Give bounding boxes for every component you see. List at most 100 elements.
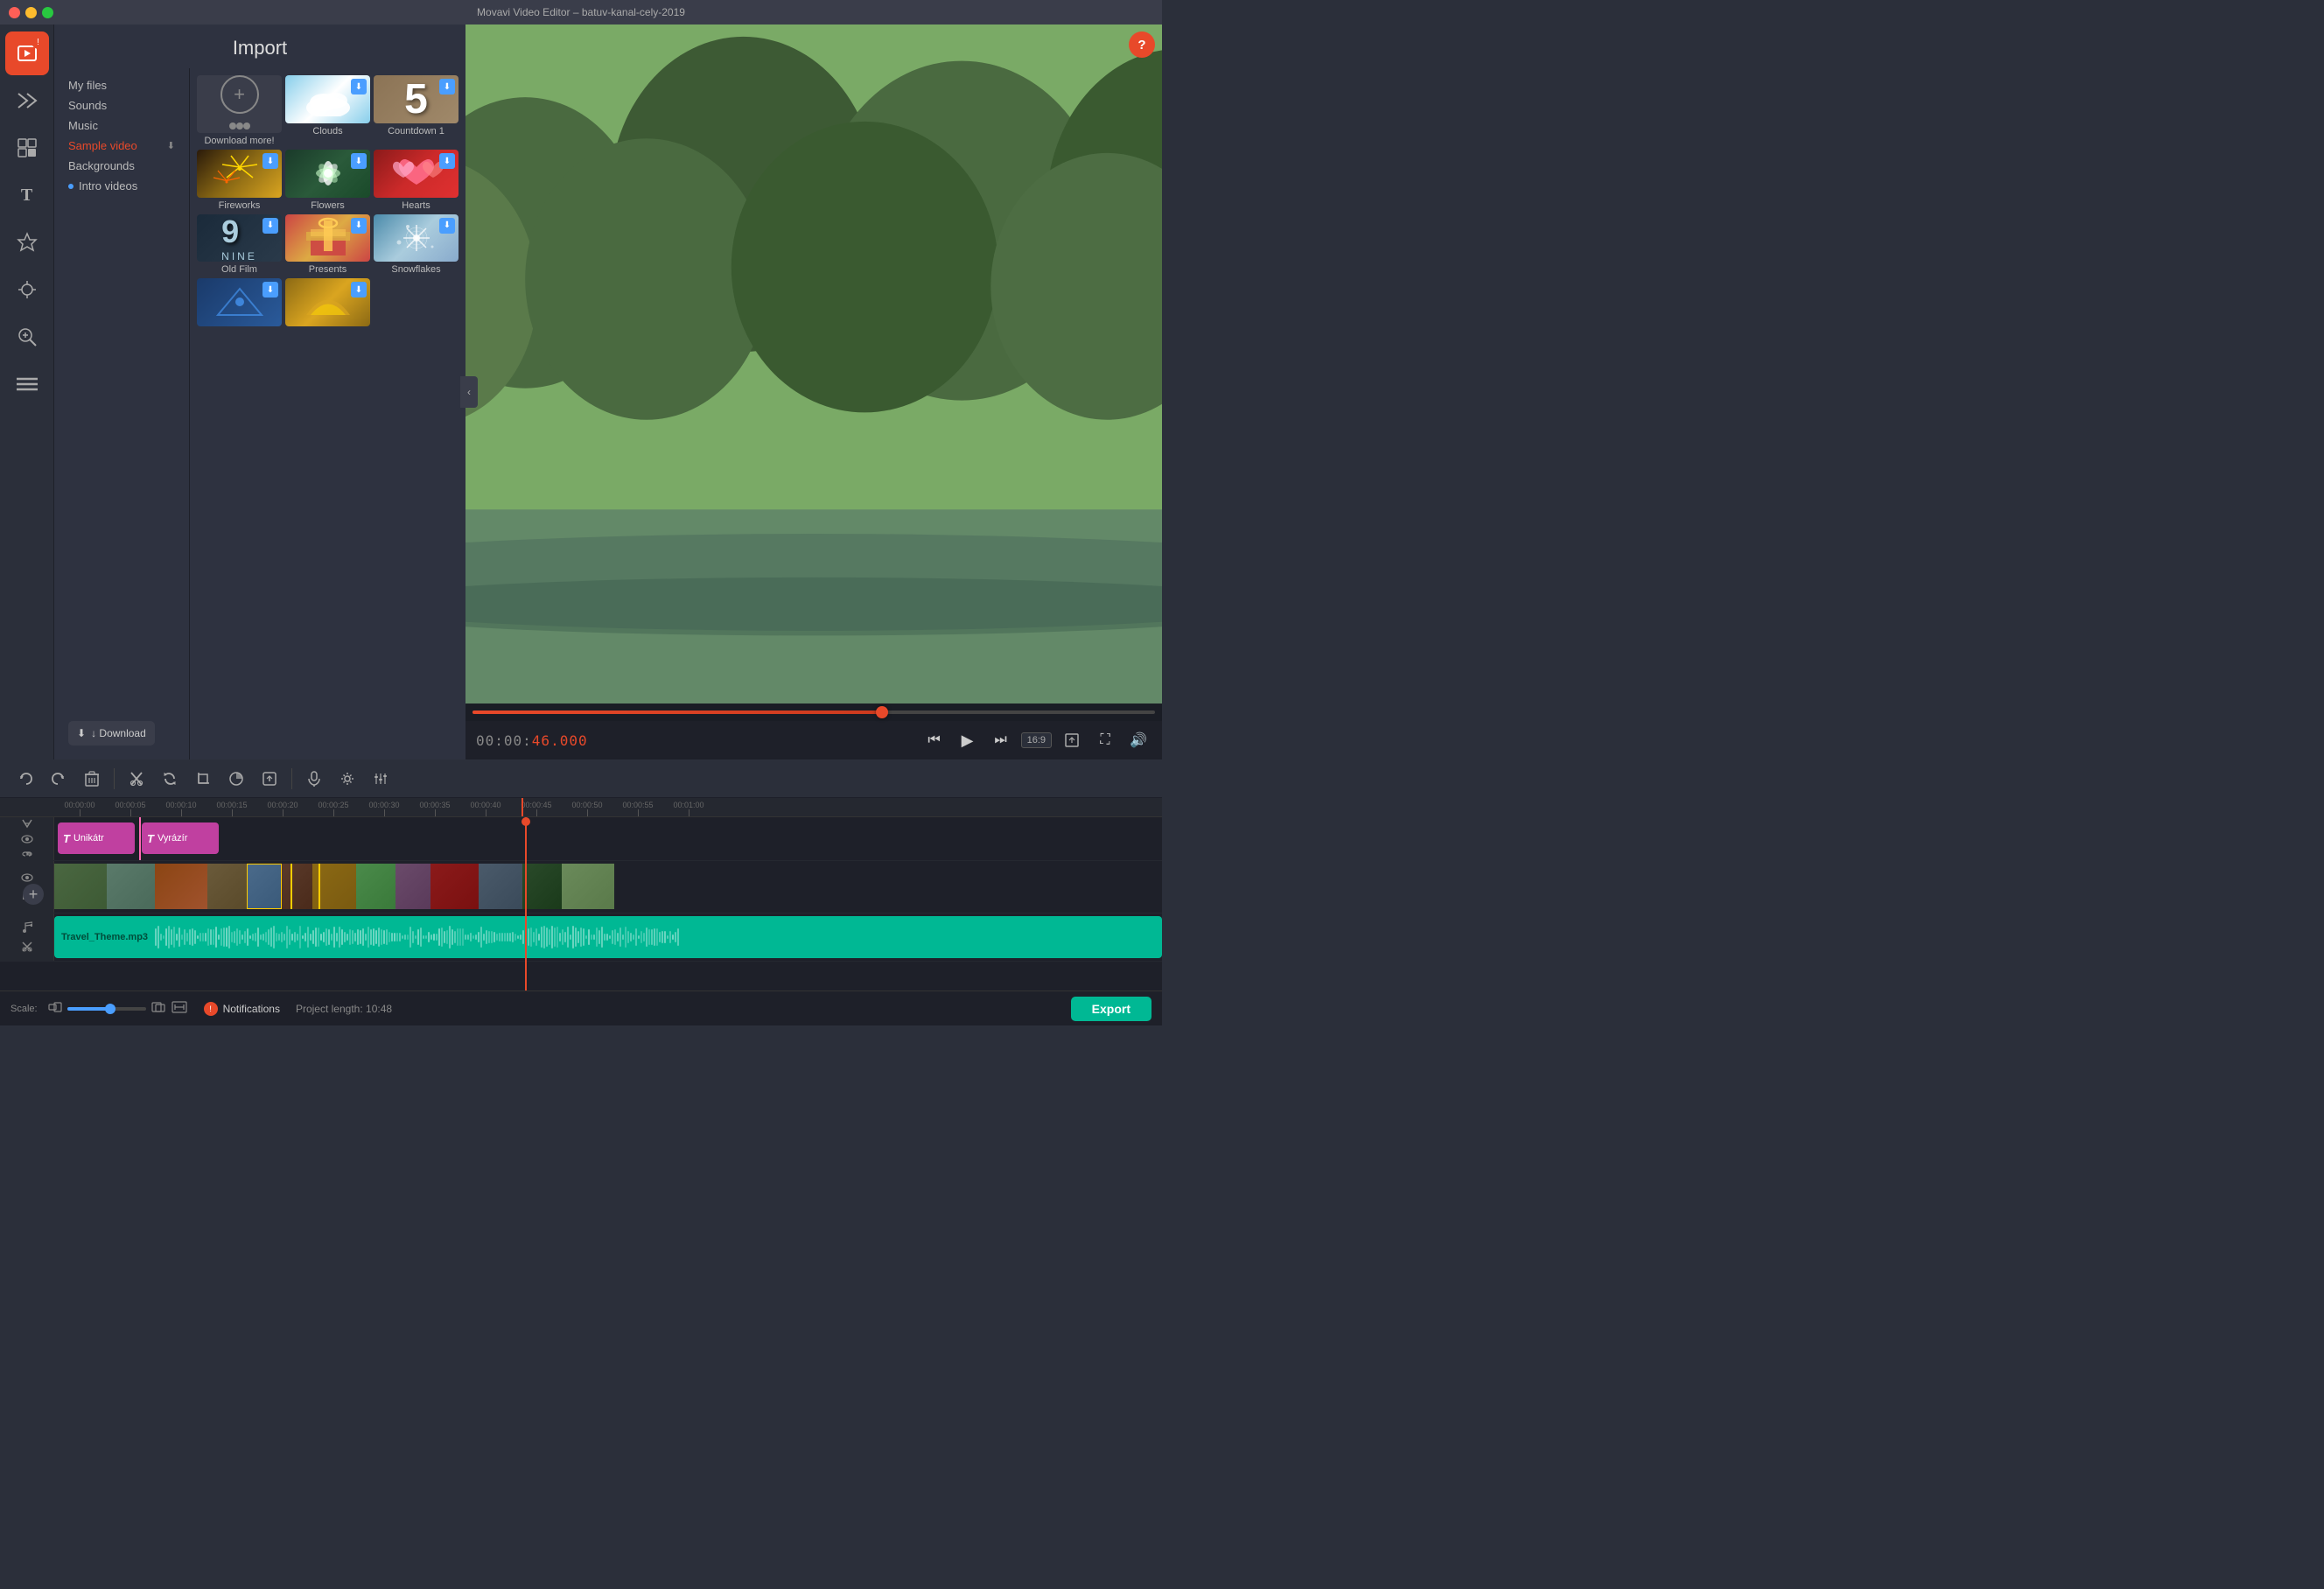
sidebar-item-menu[interactable] [5,362,49,406]
play-button[interactable]: ▶ [955,727,981,753]
minimize-button[interactable] [25,7,37,18]
collapse-button[interactable]: ‹ [460,376,478,408]
flowers-download-badge[interactable]: ⬇ [351,153,367,169]
media-item-download-more[interactable]: + Download more! [197,75,282,146]
video-track-eye-button[interactable] [19,870,35,886]
export-button[interactable] [255,764,284,794]
export-frame-button[interactable] [1059,727,1085,753]
download-more-thumb[interactable]: + [197,75,282,133]
blue-thumb[interactable]: ⬇ [197,278,282,326]
tree-item-sample-video[interactable]: Sample video ⬇ [54,136,189,156]
oldfilm-download-badge[interactable]: ⬇ [262,218,278,234]
clouds-thumb[interactable]: ⬇ [285,75,370,123]
window-controls[interactable] [9,7,53,18]
flowers-thumb[interactable]: ⬇ [285,150,370,198]
waveform-bars [155,924,1155,950]
snowflakes-download-badge[interactable]: ⬇ [439,218,455,234]
media-item-snowflakes[interactable]: ⬇ Snowflakes [374,214,458,276]
text-track-content[interactable]: T Unikátr T Vyrázír [54,817,1162,860]
add-track-button[interactable]: + [23,884,44,905]
scale-slider[interactable] [67,1007,146,1011]
cut-button[interactable] [122,764,151,794]
audio-track-note-button[interactable] [19,920,35,935]
countdown-thumb[interactable]: 5 ⬇ [374,75,458,123]
editing-toolbar [0,760,1162,798]
fit-timeline-button[interactable] [171,1000,188,1018]
text-track-controls [0,817,54,860]
scale-thumb[interactable] [105,1004,116,1014]
oldfilm-thumb[interactable]: 9 NINE ⬇ [197,214,282,262]
media-item-blue[interactable]: ⬇ [197,278,282,326]
undo-button[interactable] [10,764,40,794]
audio-track-content[interactable]: Travel_Theme.mp3 [54,914,1162,961]
audio-track-scissors-button[interactable] [19,939,35,955]
hearts-download-badge[interactable]: ⬇ [439,153,455,169]
media-item-flowers[interactable]: ⬇ Flowers [285,150,370,211]
import-title: Import [54,24,466,68]
audio-clip[interactable]: Travel_Theme.mp3 [54,916,1162,958]
fireworks-download-badge[interactable]: ⬇ [262,153,278,169]
scale-up-button[interactable] [150,1000,167,1018]
settings-button[interactable] [332,764,362,794]
media-item-gold[interactable]: ⬇ [285,278,370,326]
hearts-thumb[interactable]: ⬇ [374,150,458,198]
progress-track[interactable] [472,710,1155,714]
sidebar-item-text[interactable]: T [5,173,49,217]
media-grid: + Download more! [197,75,458,326]
audio-record-button[interactable] [299,764,329,794]
video-track-content[interactable] [54,861,1162,913]
crop-button[interactable] [188,764,218,794]
fireworks-thumb[interactable]: ⬇ [197,150,282,198]
gold-download-badge[interactable]: ⬇ [351,282,367,298]
tree-item-intro-videos[interactable]: Intro videos [54,176,189,196]
media-item-oldfilm[interactable]: 9 NINE ⬇ Old Film [197,214,282,276]
media-item-presents[interactable]: ⬇ Presents [285,214,370,276]
text-track-type-button[interactable] [19,817,35,830]
text-track-eye-button[interactable] [19,833,35,844]
clouds-download-badge[interactable]: ⬇ [351,79,367,94]
maximize-button[interactable] [42,7,53,18]
sidebar-item-stickers[interactable] [5,220,49,264]
video-seg-10 [430,864,479,909]
notifications-button[interactable]: ! Notifications [197,998,287,1019]
download-button[interactable]: ⬇ ↓ Download [68,721,155,746]
tree-item-backgrounds[interactable]: Backgrounds [54,156,189,176]
snowflakes-thumb[interactable]: ⬇ [374,214,458,262]
color-button[interactable] [221,764,251,794]
media-item-fireworks[interactable]: ⬇ Fireworks [197,150,282,211]
media-item-countdown[interactable]: 5 ⬇ Countdown 1 [374,75,458,146]
gold-thumb[interactable]: ⬇ [285,278,370,326]
text-clip-unikatr[interactable]: T Unikátr [58,822,135,854]
text-track-link-button[interactable] [19,848,35,860]
media-grid-container[interactable]: + Download more! [190,68,466,760]
scale-down-button[interactable] [46,1000,64,1018]
close-button[interactable] [9,7,20,18]
presents-thumb[interactable]: ⬇ [285,214,370,262]
equalizer-button[interactable] [366,764,396,794]
tree-item-my-files[interactable]: My files [54,75,189,95]
prev-button[interactable]: ⏮ [921,727,948,753]
sidebar-item-media[interactable]: ! [5,32,49,75]
blue-download-badge[interactable]: ⬇ [262,282,278,298]
media-item-clouds[interactable]: ⬇ Clouds [285,75,370,146]
text-clip-vyrazir[interactable]: T Vyrázír [142,822,219,854]
sidebar-item-filters[interactable] [5,126,49,170]
redo-button[interactable] [44,764,74,794]
video-track [0,861,1162,914]
tree-item-music[interactable]: Music [54,116,189,136]
delete-button[interactable] [77,764,107,794]
sidebar-item-effects[interactable] [5,268,49,312]
volume-button[interactable]: 🔊 [1125,727,1152,753]
tree-item-sounds[interactable]: Sounds [54,95,189,116]
rotate-button[interactable] [155,764,185,794]
sidebar-item-zoom[interactable] [5,315,49,359]
countdown-download-badge[interactable]: ⬇ [439,79,455,94]
next-button[interactable]: ⏭ [988,727,1014,753]
help-button[interactable]: ? [1129,32,1155,58]
presents-download-badge[interactable]: ⬇ [351,218,367,234]
media-item-hearts[interactable]: ⬇ Hearts [374,150,458,211]
progress-thumb[interactable] [876,706,888,718]
sidebar-item-transitions[interactable] [5,79,49,122]
fullscreen-button[interactable]: ⛶ [1092,727,1118,753]
export-button[interactable]: Export [1071,997,1152,1021]
